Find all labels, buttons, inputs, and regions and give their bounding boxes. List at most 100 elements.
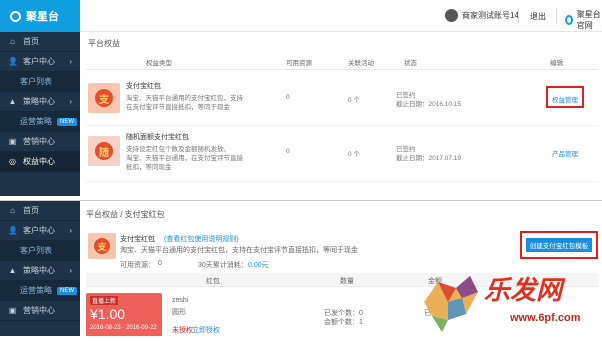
chevron-right-icon: › — [69, 57, 72, 66]
rights-center-panel: 聚星台 ⌂ 首页 👤 客户中心 › 客户列表 ▲ 策略中心 › 运营策略 NEW ▣ 营销中心 ◎ 权益中心… — [0, 0, 602, 196]
sidebar-item[interactable]: 👤 客户中心 › — [0, 52, 80, 72]
card-amount: ¥1.00 — [90, 306, 126, 322]
packet-glyph: 支 — [95, 89, 113, 107]
site-icon — [565, 15, 573, 25]
highlight-box — [520, 231, 598, 259]
sidebar-item[interactable]: ▣ 营销中心 — [0, 301, 80, 321]
packet-glyph: 随 — [95, 142, 113, 160]
authorize-link[interactable]: 立即授权 — [192, 325, 220, 335]
home-icon: ⌂ — [10, 206, 15, 215]
watermark-text: 乐发网 — [484, 276, 563, 306]
sidebar: ⌂ 首页 👤 客户中心 › 客户列表 ▲ 策略中心 › 运营策略 NEW ▣ 营销中心 — [0, 201, 80, 336]
row-deadline: 截止日期：2017.07.19 — [396, 155, 462, 162]
new-badge: NEW — [57, 286, 77, 295]
chevron-right-icon: › — [69, 226, 72, 235]
sidebar-item-label: 客户列表 — [20, 246, 52, 255]
table-row: 随 随机面额支付宝红包 支持设定红包个数及金额随机发放、 淘宝、天猫平台通用，在… — [86, 126, 598, 182]
sidebar-item-label: 客户中心 — [23, 226, 55, 235]
chevron-right-icon: › — [69, 266, 72, 275]
rules-link[interactable]: (查看红包使用说明规则) — [164, 234, 239, 244]
card-tag: 直播上新 — [90, 296, 119, 305]
row-title: 支付宝红包 — [126, 83, 161, 90]
top-bar: 商家测试账号14 退出 聚星台官网 — [80, 0, 602, 32]
strategy-icon: ▲ — [8, 266, 17, 275]
table-header: 权益类型 可用资源 关联活动 状态 编辑 — [86, 52, 598, 70]
sidebar-item[interactable]: ⌂ 首页 — [0, 32, 80, 52]
spent-value: 0.00元 — [248, 262, 269, 269]
users-icon: 👤 — [8, 57, 18, 66]
packet-name: zeshi — [172, 297, 189, 304]
logout-link[interactable]: 退出 — [530, 11, 546, 22]
sidebar-item[interactable]: ⌂ 首页 — [0, 201, 80, 221]
user-menu[interactable]: 商家测试账号14 — [445, 9, 519, 22]
table-row: 支 支付宝红包 淘宝、天猫平台通用的支付宝红包，支持 在支付宝评节直接抵扣，等同… — [86, 72, 598, 126]
chevron-right-icon: › — [69, 97, 72, 106]
logo-icon — [10, 10, 21, 22]
sidebar-item[interactable]: 客户列表 — [0, 72, 80, 92]
sidebar-item[interactable]: 👤 客户中心 › — [0, 221, 80, 241]
row-available: 0 — [286, 94, 290, 101]
random-packet-thumb: 随 — [88, 136, 120, 166]
sidebar-item[interactable]: ▲ 策略中心 › — [0, 261, 80, 281]
alipay-packet-thumb: 支 — [88, 233, 116, 259]
row-desc: 在支付宝评节直接抵扣，等同于现金 — [126, 104, 230, 111]
row-desc: 抵扣，等同现金 — [126, 164, 172, 171]
brand-logo[interactable]: 聚星台 — [0, 0, 80, 32]
col-packet: 红包 — [206, 278, 220, 285]
packet-card[interactable]: 直播上新 ¥1.00 2016-08-23 - 2016-09-22 — [86, 293, 162, 336]
sidebar-item-label: 首页 — [23, 37, 39, 46]
col-type: 权益类型 — [146, 60, 172, 67]
sidebar-item-label: 策略中心 — [23, 266, 55, 275]
col-edit: 编辑 — [550, 60, 563, 67]
watermark: 乐发网 www.6pf.com — [418, 262, 602, 336]
row-title: 随机面额支付宝红包 — [126, 134, 189, 141]
sidebar-item[interactable]: ▲ 策略中心 › — [0, 92, 80, 112]
row-available: 0 — [286, 148, 290, 155]
alipay-packet-thumb: 支 — [88, 83, 120, 113]
official-site-link[interactable]: 聚星台官网 — [565, 9, 602, 31]
sidebar: 聚星台 ⌂ 首页 👤 客户中心 › 客户列表 ▲ 策略中心 › 运营策略 NEW ▣ 营销中心 ◎ 权益中心 — [0, 0, 80, 196]
total-count: 会额个数：1 — [324, 319, 363, 326]
official-site-label: 聚星台官网 — [576, 10, 601, 30]
sidebar-item-label: 策略中心 — [23, 97, 55, 106]
watermark-url: www.6pf.com — [510, 312, 581, 324]
product-manage-link[interactable]: 产品管理 — [552, 148, 578, 158]
brand-name: 聚星台 — [26, 11, 59, 23]
col-qty: 数量 — [340, 278, 354, 285]
home-icon: ⌂ — [10, 37, 15, 46]
spent-label: 30天累计消耗： — [198, 262, 248, 269]
available-label: 可用资源： — [120, 262, 155, 269]
sidebar-item[interactable]: 客户列表 — [0, 241, 80, 261]
sidebar-item[interactable]: ▣ 营销中心 — [0, 132, 80, 152]
col-available: 可用资源 — [286, 60, 312, 67]
packet-desc: 淘宝、天猫平台通用的支付宝红包，支持在支付宝评节直接抵扣，等同于现金 — [120, 247, 358, 254]
row-activity: 0 个 — [348, 97, 360, 104]
row-activity: 0 个 — [348, 151, 360, 158]
new-badge: NEW — [57, 117, 77, 126]
sidebar-item-label: 权益中心 — [23, 157, 55, 166]
row-deadline: 截止日期：2016.10.15 — [396, 101, 462, 108]
sidebar-item-label: 运营策略 — [20, 117, 52, 126]
available-value: 0 — [158, 260, 162, 267]
packet-glyph: 支 — [94, 238, 110, 254]
user-name: 商家测试账号14 — [462, 11, 519, 20]
sidebar-item-label: 运营策略 — [20, 286, 52, 295]
col-status: 状态 — [404, 60, 417, 67]
sidebar-item-label: 营销中心 — [23, 306, 55, 315]
sidebar-item[interactable]: ◎ 权益中心 — [0, 152, 80, 172]
marketing-icon: ▣ — [8, 137, 17, 146]
breadcrumb: 平台权益 / 支付宝红包 — [86, 210, 165, 219]
divider — [518, 8, 519, 24]
sidebar-item-label: 客户中心 — [23, 57, 55, 66]
col-activity: 关联活动 — [348, 60, 374, 67]
highlight-box — [546, 86, 584, 108]
marketing-icon: ▣ — [8, 306, 17, 315]
sidebar-item-label: 客户列表 — [20, 77, 52, 86]
strategy-icon: ▲ — [8, 97, 17, 106]
unauthorized-status: 未授权 — [172, 327, 193, 334]
sidebar-item[interactable]: 运营策略 NEW — [0, 281, 80, 301]
rights-icon: ◎ — [9, 157, 16, 166]
sidebar-item[interactable]: 运营策略 NEW — [0, 112, 80, 132]
sidebar-item-label: 营销中心 — [23, 137, 55, 146]
card-dates: 2016-08-23 - 2016-09-22 — [90, 325, 157, 331]
